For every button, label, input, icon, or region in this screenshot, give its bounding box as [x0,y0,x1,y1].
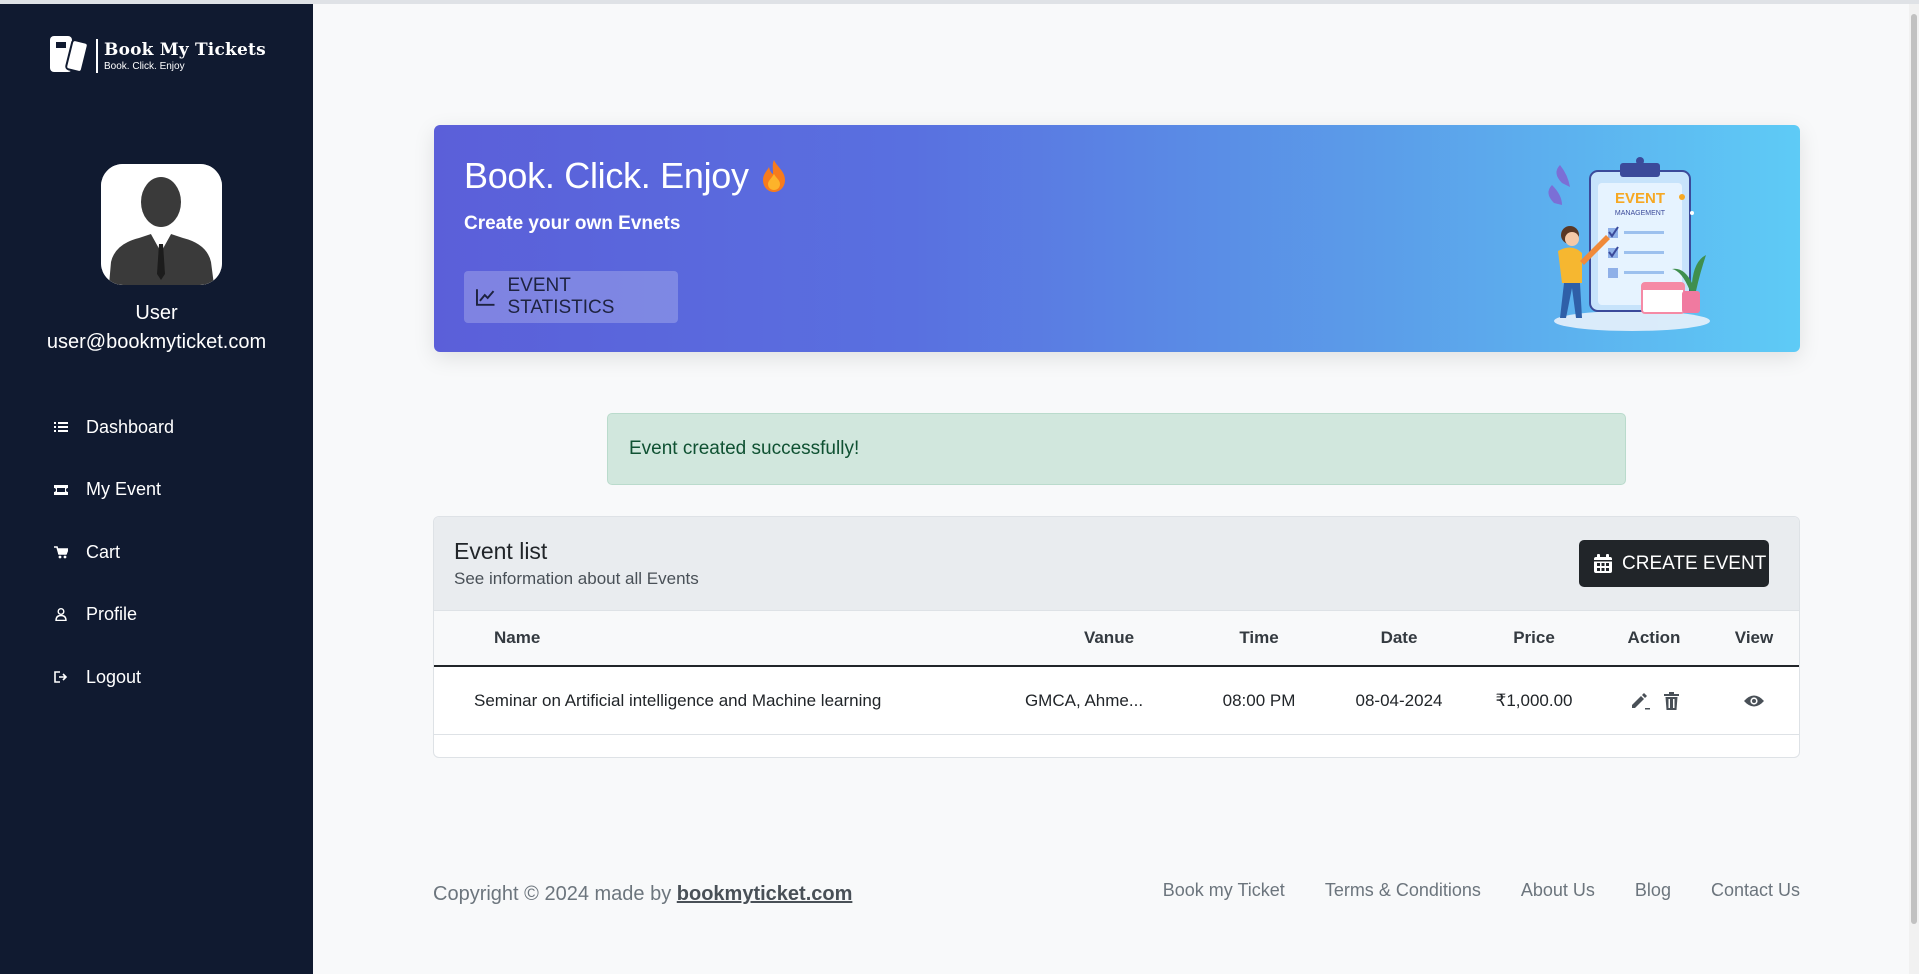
ticket-logo-icon [48,34,94,78]
sidebar-item-label: Logout [86,666,142,687]
hero-banner: Book. Click. Enjoy Create your own Evnet… [434,125,1800,352]
sidebar-item-label: Cart [86,541,121,562]
sidebar: Book My Tickets Book. Click. Enjoy User … [0,4,313,974]
brand-logo[interactable]: Book My Tickets Book. Click. Enjoy [48,34,266,78]
event-list-description: See information about all Events [454,569,699,588]
brand-tagline: Book. Click. Enjoy [104,61,185,72]
event-actions [1604,667,1704,734]
event-venue: GMCA, Ahme... [1024,690,1144,710]
event-price: ₹1,000.00 [1495,690,1573,710]
footer-link-blog[interactable]: Blog [1635,880,1671,901]
calendar-icon [1594,554,1612,573]
sidebar-item-label: Dashboard [86,416,175,437]
line-chart-icon [476,289,495,306]
edit-icon[interactable] [1630,692,1650,710]
column-header-price: Price [1513,628,1555,647]
footer-link-about-us[interactable]: About Us [1521,880,1595,901]
event-statistics-label: EVENT STATISTICS [507,275,615,318]
sidebar-item-label: My Event [86,479,162,500]
column-header-date: Date [1380,628,1418,647]
sidebar-item-my-event[interactable]: My Event [0,459,313,522]
event-name: Seminar on Artificial intelligence and M… [474,690,882,710]
table-row: Seminar on Artificial intelligence and M… [434,667,1799,735]
user-name: User [135,302,178,324]
hero-title: Book. Click. Enjoy [464,155,787,197]
user-email: user@bookmyticket.com [46,331,267,353]
event-list-header: Event list See information about all Eve… [434,517,1799,611]
logo-divider [96,39,98,73]
hero-title-text: Book. Click. Enjoy [464,155,749,196]
success-alert: Event created successfully! [607,413,1626,485]
trash-icon[interactable] [1663,691,1679,710]
list-icon [54,420,68,434]
table-header: Name Vanue Time Date Price Action View [434,611,1799,667]
eye-icon[interactable] [1743,694,1765,708]
column-header-action: Action [1627,628,1681,647]
ticket-icon [54,483,68,497]
event-date: 08-04-2024 [1355,690,1443,710]
column-header-view: View [1734,628,1774,647]
footer-link-contact-us[interactable]: Contact Us [1711,880,1800,901]
event-management-illustration: EVENT MANAGEMENT [1532,143,1732,343]
sidebar-item-dashboard[interactable]: Dashboard [0,396,313,459]
avatar [101,164,222,285]
footer-link-terms[interactable]: Terms & Conditions [1325,880,1481,901]
event-list-title: Event list [454,538,548,564]
sidebar-nav: Dashboard My Event Cart Profile Logout [0,396,313,709]
illustration-subtitle: MANAGEMENT [1615,210,1666,217]
illustration-title: EVENT [1615,190,1665,207]
user-icon [54,608,68,622]
column-header-time: Time [1239,628,1279,647]
create-event-button[interactable]: CREATE EVENT [1579,540,1769,587]
sidebar-item-logout[interactable]: Logout [0,646,313,709]
hero-subtitle: Create your own Evnets [464,213,681,234]
sidebar-item-profile[interactable]: Profile [0,584,313,647]
success-alert-message: Event created successfully! [629,438,860,459]
copyright: Copyright © 2024 made by bookmyticket.co… [433,883,852,906]
event-view [1714,667,1794,734]
create-event-label: CREATE EVENT [1622,552,1767,574]
fire-icon [761,159,787,193]
sidebar-item-label: Profile [86,604,138,625]
logout-icon [54,670,68,684]
event-time: 08:00 PM [1222,690,1296,710]
brand-title: Book My Tickets [104,40,266,60]
column-header-name: Name [494,628,541,647]
copyright-link[interactable]: bookmyticket.com [677,883,853,905]
scrollbar-thumb[interactable] [1911,14,1917,924]
footer-links: Book my Ticket Terms & Conditions About … [1123,880,1800,901]
cart-icon [54,545,68,559]
vertical-scrollbar[interactable] [1909,4,1919,974]
sidebar-item-cart[interactable]: Cart [0,521,313,584]
event-list-card: Event list See information about all Eve… [433,516,1800,758]
copyright-text: Copyright © 2024 made by [433,883,677,905]
event-statistics-button[interactable]: EVENT STATISTICS [464,271,678,323]
footer-link-book-my-ticket[interactable]: Book my Ticket [1163,880,1285,901]
column-header-venue: Vanue [1083,628,1135,647]
